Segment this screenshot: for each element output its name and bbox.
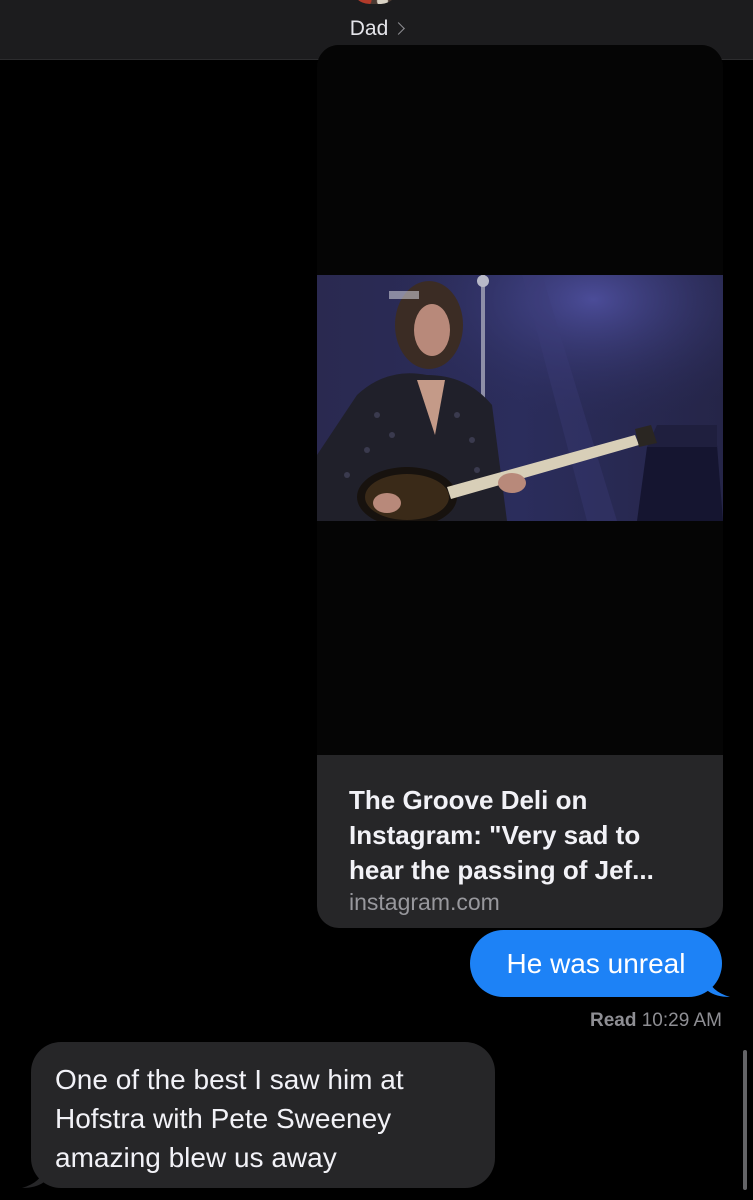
scroll-indicator[interactable] — [743, 1050, 747, 1190]
link-preview-card[interactable]: The Groove Deli on Instagram: "Very sad … — [317, 45, 723, 928]
link-title-line: hear the passing of Jef... — [349, 855, 654, 885]
contact-name-button[interactable]: Dad — [0, 17, 753, 41]
incoming-message-text: One of the best I saw him at Hofstra wit… — [55, 1060, 485, 1177]
video-thumbnail[interactable] — [317, 45, 723, 755]
incoming-message-line: One of the best I saw him at — [55, 1064, 404, 1095]
guitarist-video-frame — [317, 275, 723, 521]
receipt-time: 10:29 AM — [641, 1010, 722, 1031]
receipt-status: Read — [589, 1010, 637, 1031]
incoming-message-line: Hofstra with Pete Sweeney — [55, 1103, 392, 1134]
link-preview-caption[interactable]: The Groove Deli on Instagram: "Very sad … — [317, 755, 723, 928]
contact-name: Dad — [349, 17, 389, 40]
link-preview-domain: instagram.com — [349, 889, 500, 915]
outgoing-message-text: He was unreal — [506, 948, 686, 979]
bbc-logo — [389, 291, 419, 299]
outgoing-message-bubble[interactable]: He was unreal — [470, 930, 730, 997]
chevron-right-icon — [392, 22, 406, 35]
incoming-message-line: amazing blew us away — [55, 1142, 337, 1173]
link-preview-title: The Groove Deli on Instagram: "Very sad … — [349, 783, 709, 888]
incoming-message-bubble[interactable]: One of the best I saw him at Hofstra wit… — [22, 1042, 495, 1188]
contact-avatar[interactable] — [350, 0, 400, 4]
link-title-line: Instagram: "Very sad to — [349, 820, 641, 850]
read-receipt: Read 10:29 AM — [590, 1010, 722, 1032]
bubble-tail — [22, 1168, 44, 1188]
link-title-line: The Groove Deli on — [349, 785, 588, 815]
